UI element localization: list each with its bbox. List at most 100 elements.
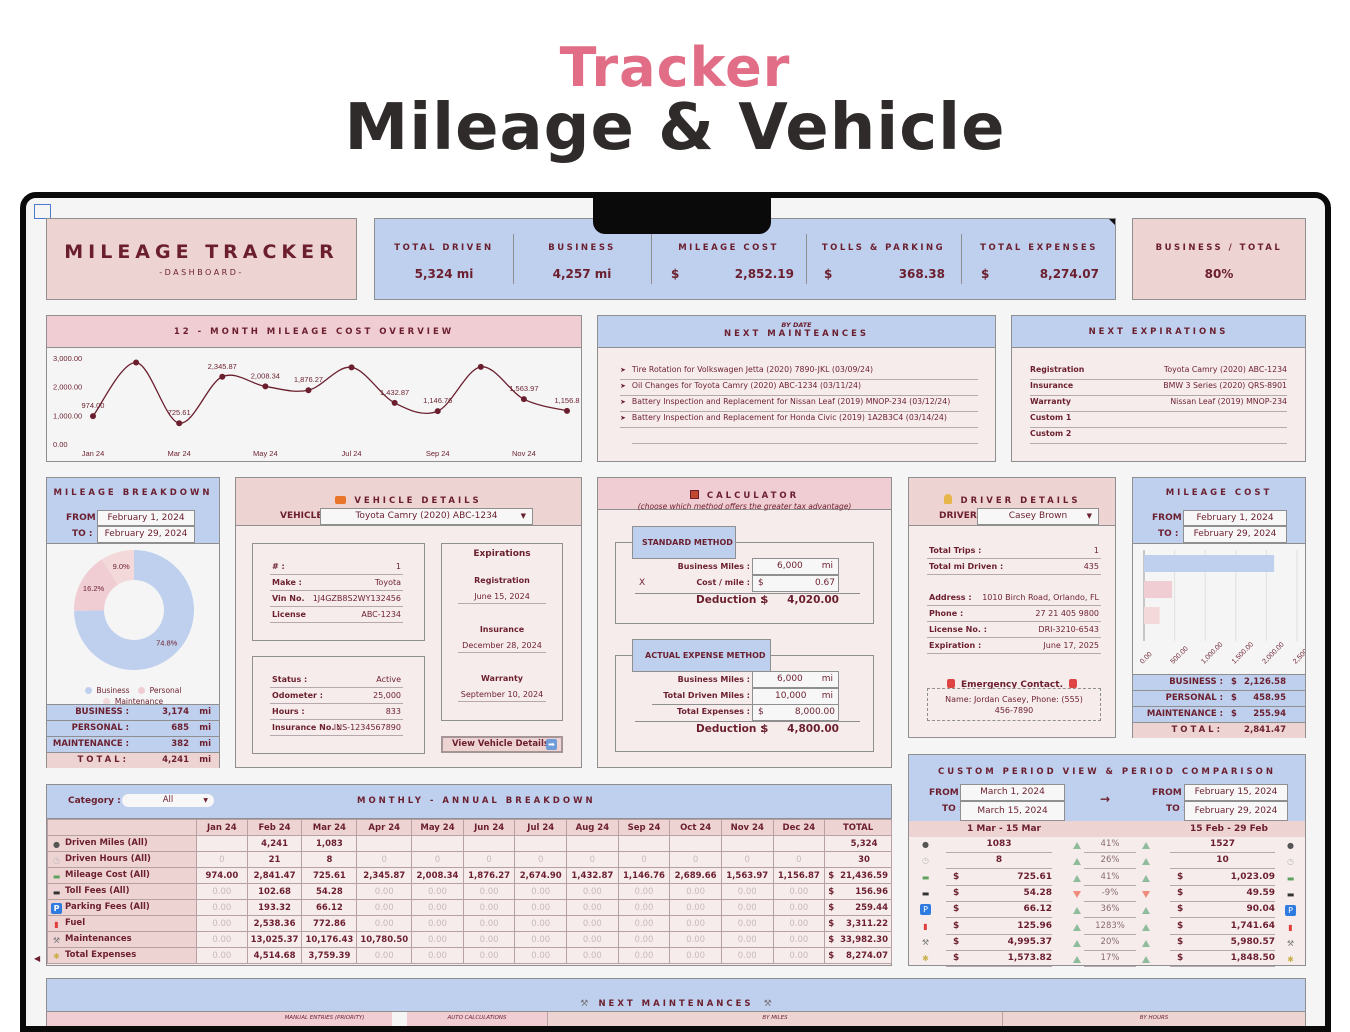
table-cell[interactable]: 0.00 xyxy=(462,915,516,932)
table-cell[interactable]: 725.61 xyxy=(301,867,358,884)
table-cell[interactable]: 0.00 xyxy=(669,899,722,916)
table-cell[interactable]: 0.00 xyxy=(617,931,671,948)
table-cell[interactable]: 0.00 xyxy=(566,883,619,900)
actual-expense-method-tab[interactable]: ACTUAL EXPENSE METHOD xyxy=(632,639,771,672)
table-cell[interactable]: 2,345.87 xyxy=(356,867,413,884)
table-cell[interactable] xyxy=(720,835,774,852)
category-select[interactable]: All ▼ xyxy=(122,794,214,807)
table-cell[interactable]: 193.32 xyxy=(246,899,303,916)
table-cell[interactable] xyxy=(514,835,568,852)
table-cell[interactable]: 0.00 xyxy=(566,899,619,916)
standard-method-tab[interactable]: STANDARD METHOD xyxy=(632,526,736,559)
table-cell[interactable]: 0.00 xyxy=(772,899,826,916)
maintenance-item[interactable]: ➤ Battery Inspection and Replacement for … xyxy=(620,413,978,428)
table-cell[interactable]: 0.00 xyxy=(411,915,464,932)
table-cell[interactable]: 0.00 xyxy=(720,931,774,948)
breakdown-from-date[interactable]: February 1, 2024 xyxy=(97,510,195,526)
left-from-date[interactable]: March 1, 2024 xyxy=(960,784,1065,801)
table-cell[interactable]: 0.00 xyxy=(196,883,248,900)
right-to-date[interactable]: February 29, 2024 xyxy=(1184,801,1288,821)
table-cell[interactable] xyxy=(462,835,516,852)
table-cell[interactable]: 0.00 xyxy=(462,883,516,900)
table-cell[interactable]: 0.00 xyxy=(356,947,413,964)
emergency-contact-field[interactable]: Name: Jordan Casey, Phone: (555) 456-789… xyxy=(927,688,1101,721)
table-cell[interactable]: 0 xyxy=(617,851,671,868)
right-from-date[interactable]: February 15, 2024 xyxy=(1184,784,1288,801)
table-cell[interactable]: 1,563.97 xyxy=(720,867,774,884)
cost-to-date[interactable]: February 29, 2024 xyxy=(1183,526,1287,543)
table-cell[interactable]: 10,780.50 xyxy=(356,931,413,948)
table-cell[interactable]: 2,689.66 xyxy=(669,867,722,884)
table-cell[interactable]: 0.00 xyxy=(462,947,516,964)
view-vehicle-details-button[interactable]: View Vehicle Details ➡ xyxy=(441,736,563,753)
table-cell[interactable]: 8 xyxy=(301,851,358,868)
standard-business-miles-input[interactable]: 6,000 mi xyxy=(752,558,839,575)
table-cell[interactable] xyxy=(772,835,826,852)
driver-select[interactable]: Casey Brown ▼ xyxy=(977,508,1099,525)
table-cell[interactable]: 0.00 xyxy=(514,915,568,932)
table-cell[interactable]: 0.00 xyxy=(669,883,722,900)
table-cell[interactable]: 13,025.37 xyxy=(246,931,303,948)
breakdown-to-date[interactable]: February 29, 2024 xyxy=(97,526,195,543)
table-cell[interactable]: 0.00 xyxy=(669,931,722,948)
table-cell[interactable]: 0.00 xyxy=(772,915,826,932)
table-cell[interactable]: 2,538.36 xyxy=(246,915,303,932)
cost-per-mile-input[interactable]: $0.67 xyxy=(752,575,839,592)
table-cell[interactable]: 0 xyxy=(720,851,774,868)
table-cell[interactable]: 0 xyxy=(356,851,413,868)
table-cell[interactable]: 0.00 xyxy=(196,899,248,916)
table-cell[interactable]: 0.00 xyxy=(514,883,568,900)
maintenance-item[interactable]: ➤ Oil Changes for Toyota Camry (2020) ABC… xyxy=(620,381,978,396)
table-cell[interactable]: 21 xyxy=(246,851,303,868)
table-cell[interactable]: 0.00 xyxy=(566,947,619,964)
table-cell[interactable]: 0.00 xyxy=(411,883,464,900)
table-cell[interactable] xyxy=(356,835,413,852)
table-cell[interactable]: 1,156.87 xyxy=(772,867,826,884)
table-cell[interactable]: 0.00 xyxy=(720,915,774,932)
table-cell[interactable]: 0.00 xyxy=(356,899,413,916)
table-cell[interactable] xyxy=(411,835,464,852)
total-expenses-input[interactable]: $8,000.00 xyxy=(752,704,839,721)
cost-from-date[interactable]: February 1, 2024 xyxy=(1183,510,1287,526)
table-cell[interactable]: 0 xyxy=(196,851,248,868)
table-cell[interactable]: 0.00 xyxy=(772,947,826,964)
table-cell[interactable]: 0.00 xyxy=(617,883,671,900)
table-cell[interactable] xyxy=(566,835,619,852)
table-cell[interactable]: 0.00 xyxy=(356,883,413,900)
table-cell[interactable]: 0.00 xyxy=(617,899,671,916)
table-cell[interactable]: 1,876.27 xyxy=(462,867,516,884)
table-cell[interactable]: 0.00 xyxy=(462,931,516,948)
table-cell[interactable]: 0.00 xyxy=(196,915,248,932)
table-cell[interactable]: 2,841.47 xyxy=(246,867,303,884)
table-cell[interactable]: 54.28 xyxy=(301,883,358,900)
table-cell[interactable]: 10,176.43 xyxy=(301,931,358,948)
table-cell[interactable]: 0.00 xyxy=(772,883,826,900)
actual-business-miles-input[interactable]: 6,000 mi xyxy=(752,671,839,688)
table-cell[interactable] xyxy=(669,835,722,852)
table-cell[interactable]: 0.00 xyxy=(411,947,464,964)
table-cell[interactable]: 0.00 xyxy=(720,899,774,916)
left-to-date[interactable]: March 15, 2024 xyxy=(960,801,1065,821)
table-cell[interactable]: 4,241 xyxy=(246,835,303,852)
row-collapse-icon[interactable]: ◀ xyxy=(34,954,40,963)
cell-selector[interactable] xyxy=(34,204,51,219)
table-cell[interactable]: 66.12 xyxy=(301,899,358,916)
table-cell[interactable]: 0 xyxy=(566,851,619,868)
total-driven-miles-input[interactable]: 10,000 mi xyxy=(752,688,839,705)
table-cell[interactable]: 1,083 xyxy=(301,835,358,852)
table-cell[interactable]: 0.00 xyxy=(514,931,568,948)
table-cell[interactable]: 0 xyxy=(462,851,516,868)
table-cell[interactable]: 0.00 xyxy=(356,915,413,932)
table-cell[interactable]: 0.00 xyxy=(669,947,722,964)
table-cell[interactable]: 1,432.87 xyxy=(566,867,619,884)
maintenance-item[interactable]: ➤ Battery Inspection and Replacement for … xyxy=(620,397,978,412)
table-cell[interactable]: 0.00 xyxy=(720,947,774,964)
table-cell[interactable]: 0.00 xyxy=(196,947,248,964)
table-cell[interactable]: 0.00 xyxy=(566,915,619,932)
table-cell[interactable]: 3,759.39 xyxy=(301,947,358,964)
table-cell[interactable]: 102.68 xyxy=(246,883,303,900)
table-cell[interactable]: 0.00 xyxy=(462,899,516,916)
table-cell[interactable]: 0 xyxy=(514,851,568,868)
maintenance-item[interactable]: ➤ Tire Rotation for Volkswagen Jetta (202… xyxy=(620,365,978,380)
table-cell[interactable]: 0.00 xyxy=(514,899,568,916)
